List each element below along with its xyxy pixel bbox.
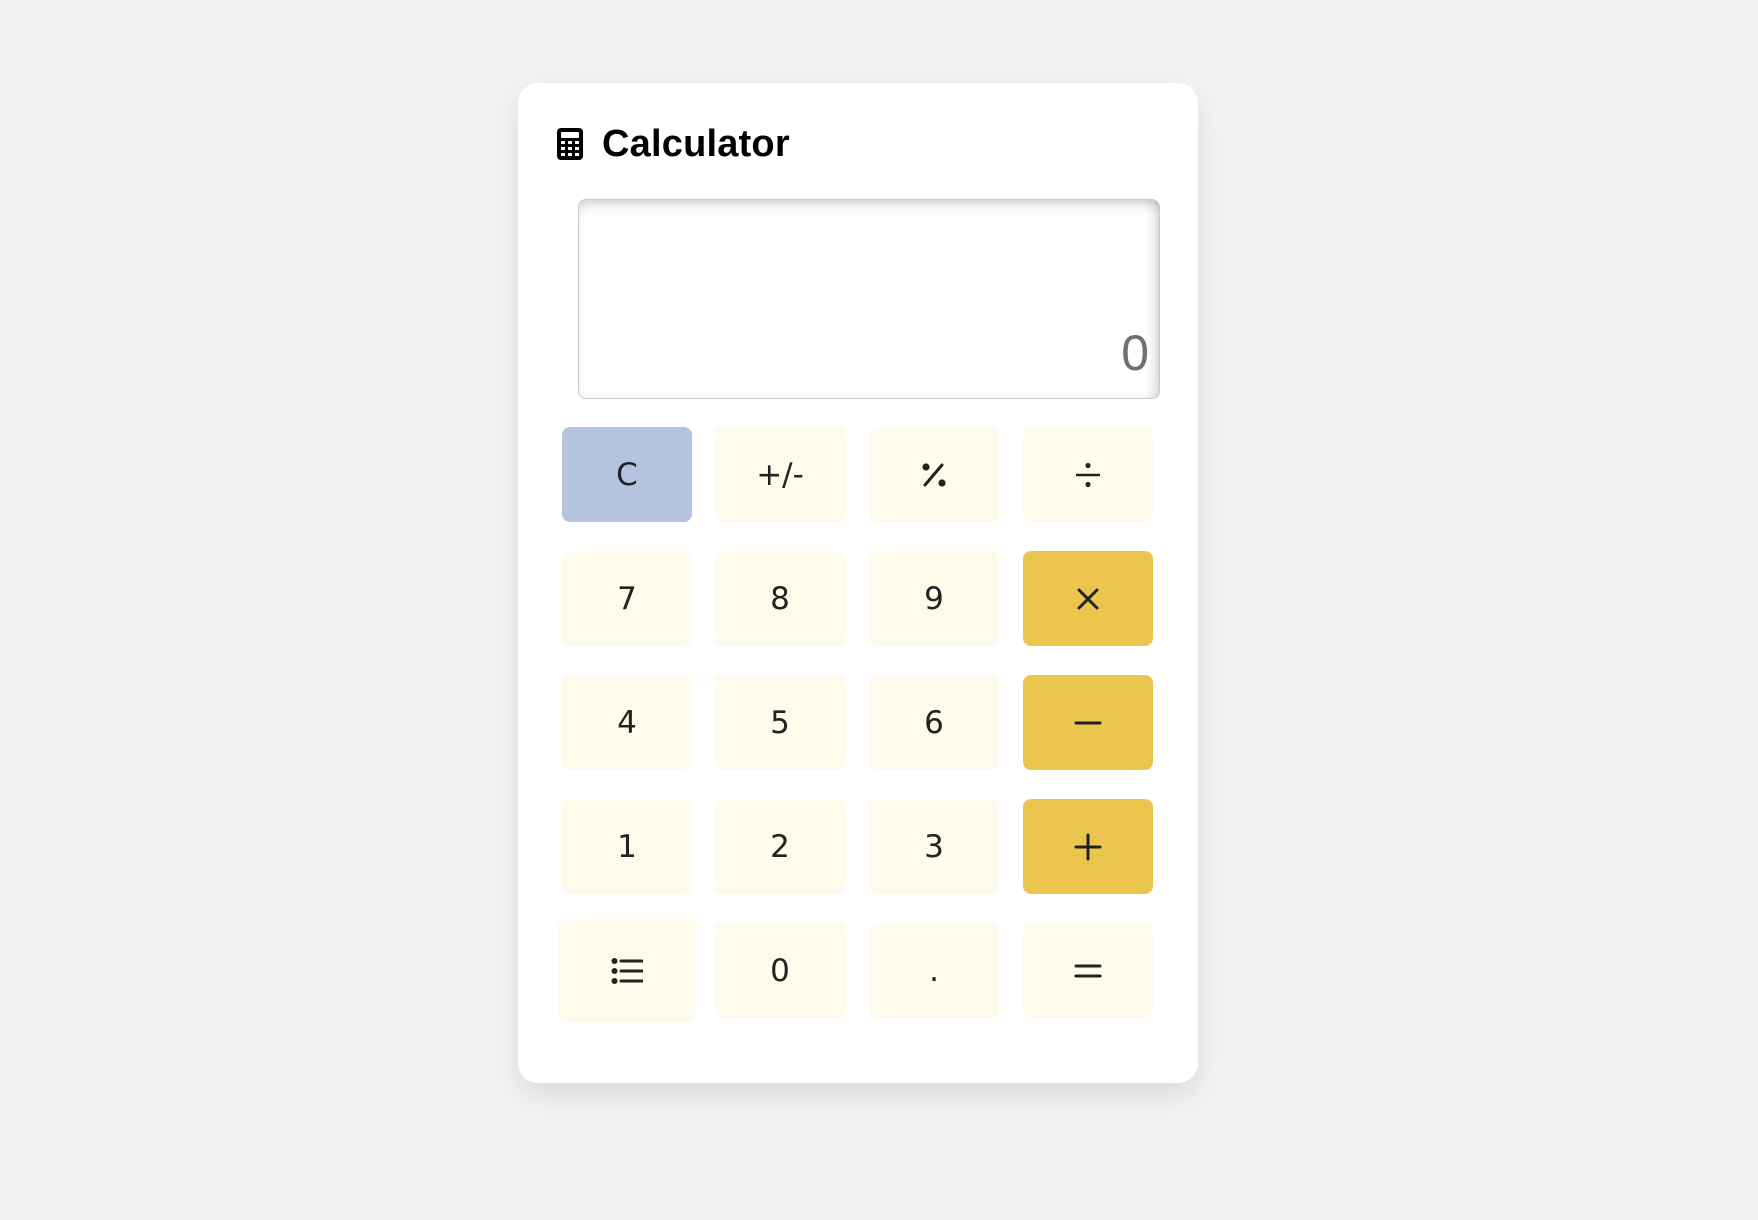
decimal-button[interactable]: . (869, 923, 999, 1018)
seven-label: 7 (617, 580, 637, 617)
multiply-icon (1076, 587, 1100, 611)
eight-label: 8 (770, 580, 790, 617)
five-button[interactable]: 5 (715, 675, 845, 770)
percent-icon (920, 461, 948, 489)
seven-button[interactable]: 7 (562, 551, 692, 646)
six-button[interactable]: 6 (869, 675, 999, 770)
nine-button[interactable]: 9 (869, 551, 999, 646)
equals-button[interactable] (1023, 923, 1153, 1018)
one-button[interactable]: 1 (562, 799, 692, 894)
nine-label: 9 (924, 580, 944, 617)
subtract-button[interactable] (1023, 675, 1153, 770)
calculator-header: Calculator (556, 121, 790, 167)
clear-label: C (616, 456, 638, 493)
calculator-card: Calculator 0 C +/- 7 8 9 4 5 6 1 2 3 0 . (518, 83, 1198, 1083)
four-button[interactable]: 4 (562, 675, 692, 770)
plus-icon (1074, 833, 1102, 861)
one-label: 1 (617, 828, 637, 865)
minus-icon (1074, 709, 1102, 737)
eight-button[interactable]: 8 (715, 551, 845, 646)
add-button[interactable] (1023, 799, 1153, 894)
calculator-icon (556, 127, 584, 161)
two-button[interactable]: 2 (715, 799, 845, 894)
percent-button[interactable] (869, 427, 999, 522)
two-label: 2 (770, 828, 790, 865)
divide-icon (1074, 461, 1102, 489)
multiply-button[interactable] (1023, 551, 1153, 646)
negate-label: +/- (756, 456, 804, 493)
negate-button[interactable]: +/- (715, 427, 845, 522)
zero-label: 0 (770, 952, 790, 989)
three-label: 3 (924, 828, 944, 865)
page-title: Calculator (602, 122, 790, 165)
zero-button[interactable]: 0 (715, 923, 845, 1018)
four-label: 4 (617, 704, 637, 741)
divide-button[interactable] (1023, 427, 1153, 522)
three-button[interactable]: 3 (869, 799, 999, 894)
decimal-label: . (929, 952, 939, 989)
display-value: 0 (1121, 325, 1149, 381)
calculator-display: 0 (578, 199, 1160, 399)
clear-button[interactable]: C (562, 427, 692, 522)
history-button[interactable] (558, 919, 696, 1022)
six-label: 6 (924, 704, 944, 741)
equals-icon (1074, 957, 1102, 985)
list-icon (611, 957, 643, 985)
five-label: 5 (770, 704, 790, 741)
